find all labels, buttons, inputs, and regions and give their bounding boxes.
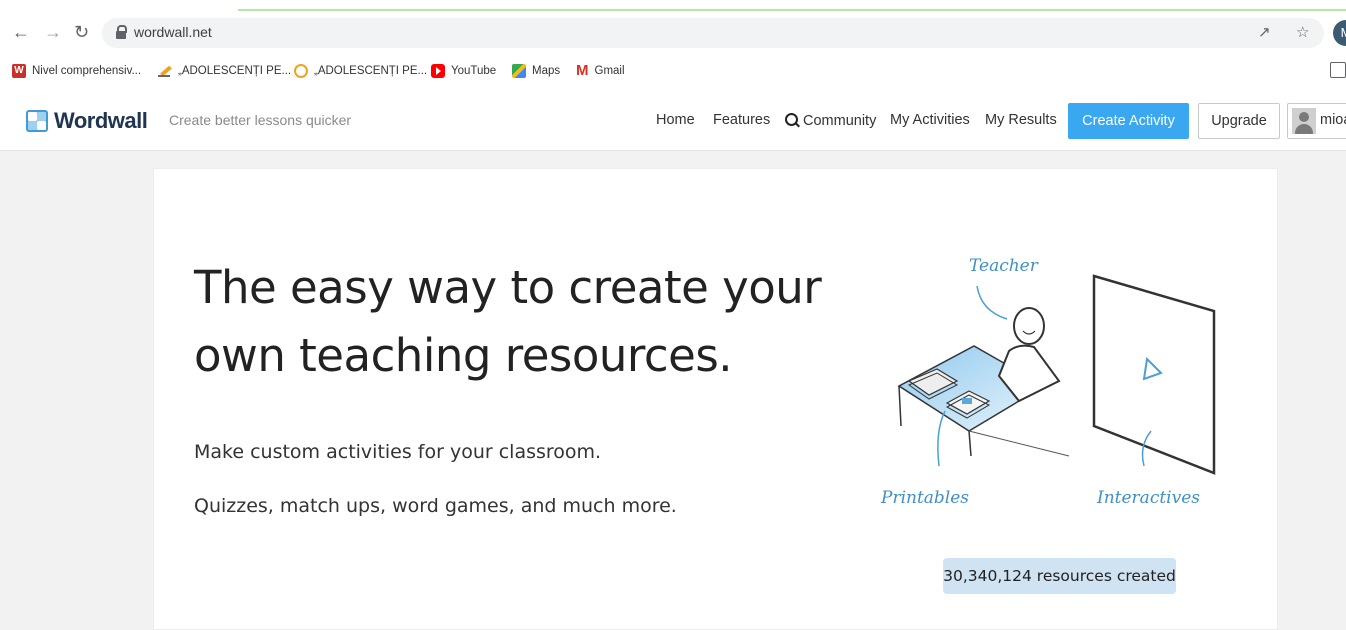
youtube-icon [431, 64, 445, 78]
bookmarks-bar: W Nivel comprehensiv... „ADOLESCENȚI PE.… [0, 58, 1346, 84]
user-name: mioa [1320, 112, 1346, 128]
hero-title: The easy way to create your own teaching… [194, 254, 834, 390]
tagline: Create better lessons quicker [169, 112, 352, 128]
bookmark-maps[interactable]: Maps [512, 62, 560, 80]
whiteboard-shape [1092, 274, 1216, 475]
share-icon[interactable]: ↗ [1258, 23, 1271, 41]
profile-avatar[interactable]: M [1333, 20, 1346, 46]
bookmark-label: Maps [532, 65, 561, 77]
user-menu-button[interactable]: mioa [1287, 103, 1346, 139]
bookmark-label: „ADOLESCENȚI PE... [314, 65, 428, 77]
bookmark-youtube[interactable]: YouTube [431, 62, 496, 80]
nav-my-activities[interactable]: My Activities [890, 112, 970, 128]
create-activity-button[interactable]: Create Activity [1068, 103, 1189, 139]
bookmark-label: Nivel comprehensiv... [32, 65, 142, 77]
resources-counter-badge: 30,340,124 resources created [943, 558, 1176, 594]
bookmark-adolescenti-1[interactable]: „ADOLESCENȚI PE... [158, 62, 291, 80]
nav-community-label: Community [803, 113, 877, 129]
teacher-label: Teacher [969, 256, 1039, 276]
bookmark-label: „ADOLESCENȚI PE... [178, 65, 292, 77]
wordwall-red-icon: W [12, 64, 26, 78]
bookmark-label: YouTube [451, 65, 497, 77]
hero-title-line-1: The easy way to create your [194, 261, 822, 314]
browser-chrome: ← → ↻ wordwall.net ↗ ☆ M W Nivel compreh… [0, 0, 1346, 92]
upgrade-button[interactable]: Upgrade [1198, 103, 1280, 139]
wordwall-logo[interactable]: Wordwall [26, 108, 148, 134]
gmail-icon: M [576, 62, 589, 79]
nav-home[interactable]: Home [656, 112, 695, 128]
lock-icon[interactable] [116, 25, 127, 39]
logo-text: Wordwall [54, 108, 148, 133]
bookmark-label: Gmail [594, 65, 625, 77]
bookmark-nivel[interactable]: W Nivel comprehensiv... [12, 62, 141, 80]
printables-label: Printables [880, 488, 969, 508]
reading-list-icon[interactable] [1330, 62, 1346, 78]
nav-features[interactable]: Features [713, 112, 770, 128]
forward-arrow-icon[interactable]: → [44, 22, 62, 42]
classroom-illustration: Teacher Printables Interactives [880, 256, 1216, 508]
search-icon [785, 113, 798, 126]
maps-icon [512, 64, 526, 78]
pencil-icon [158, 64, 172, 78]
wordwall-logo-icon [26, 110, 48, 132]
nav-my-results[interactable]: My Results [985, 112, 1057, 128]
hero-card: The easy way to create your own teaching… [153, 168, 1278, 630]
tab-indicator [238, 9, 1346, 11]
site-header: Wordwall Create better lessons quicker H… [0, 92, 1346, 151]
reload-icon[interactable]: ↻ [74, 22, 89, 42]
teacher-figure [997, 307, 1061, 403]
clock-icon [294, 64, 308, 78]
hero-subtitle-1: Make custom activities for your classroo… [194, 441, 602, 463]
address-bar[interactable]: wordwall.net ↗ ☆ [102, 18, 1324, 48]
avatar [1292, 108, 1316, 134]
nav-community[interactable]: Community [785, 112, 876, 129]
url-text[interactable]: wordwall.net [134, 24, 212, 40]
star-icon[interactable]: ☆ [1296, 23, 1309, 41]
back-arrow-icon[interactable]: ← [12, 22, 30, 42]
bookmark-gmail[interactable]: M Gmail [576, 62, 625, 80]
hero-subtitle-2: Quizzes, match ups, word games, and much… [194, 495, 677, 517]
interactives-label: Interactives [1096, 488, 1200, 508]
hero-title-line-2: own teaching resources. [194, 329, 733, 382]
bookmark-adolescenti-2[interactable]: „ADOLESCENȚI PE... [294, 62, 427, 80]
